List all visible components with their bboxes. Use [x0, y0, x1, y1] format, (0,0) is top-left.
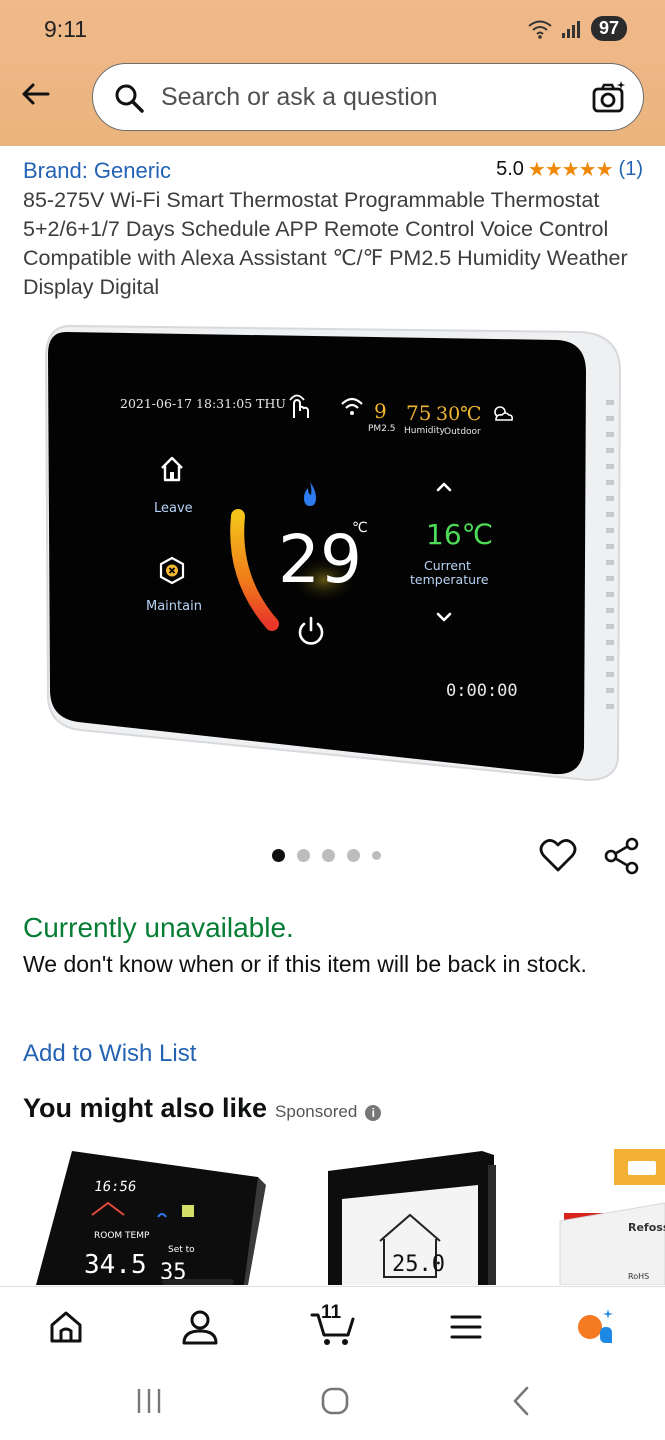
rating-value: 5.0	[496, 158, 524, 180]
account-nav-icon[interactable]	[180, 1307, 220, 1347]
screen-datetime: 2021-06-17 18:31:05 THU	[120, 396, 286, 411]
carousel-scroll-indicator	[162, 1279, 234, 1285]
signal-icon	[561, 20, 580, 38]
screen-current-temp: 16℃	[426, 518, 493, 551]
heart-icon[interactable]	[538, 836, 578, 876]
app-header: 9:11 97 Search or ask a question	[0, 0, 665, 146]
recommendation-item[interactable]: 25.0	[328, 1151, 496, 1285]
recommendation-item[interactable]: Refoss RoHS	[559, 1149, 665, 1285]
recommendations-carousel[interactable]: 16:56 ROOM TEMP 34.5 Set to 35 25.0 Refo…	[0, 1145, 665, 1285]
pagination-dot[interactable]	[297, 849, 310, 862]
bottom-navigation: 11	[0, 1286, 665, 1366]
cart-nav[interactable]: 11	[310, 1302, 356, 1347]
system-navigation-bar	[0, 1366, 665, 1440]
search-bar[interactable]: Search or ask a question	[92, 63, 644, 131]
wifi-icon	[528, 20, 552, 39]
info-icon[interactable]: i	[365, 1105, 382, 1121]
availability-note: We don't know when or if this item will …	[23, 951, 587, 977]
rating-summary[interactable]: 5.0 ★★★★★ (1)	[496, 157, 643, 182]
recommendations-header: You might also like Sponsored i	[23, 1093, 382, 1124]
rufus-assistant-icon[interactable]	[576, 1307, 616, 1347]
menu-nav-icon[interactable]	[446, 1307, 486, 1347]
screen-pm-label: PM2.5	[368, 424, 396, 434]
pagination-dot[interactable]	[347, 849, 360, 862]
battery-indicator: 97	[590, 16, 627, 41]
cart-count: 11	[321, 1302, 342, 1323]
recent-apps-icon[interactable]	[134, 1386, 164, 1416]
search-icon	[115, 84, 144, 113]
back-arrow-icon[interactable]	[18, 76, 54, 112]
status-bar: 9:11 97	[0, 0, 665, 58]
back-button-icon[interactable]	[506, 1384, 536, 1418]
status-icons: 97	[527, 16, 627, 41]
screen-maintain-label: Maintain	[146, 599, 202, 614]
screen-current-label-2: temperature	[410, 572, 489, 587]
rec-3-tag: RoHS	[628, 1272, 649, 1281]
rating-stars: ★★★★★	[527, 159, 614, 181]
screen-humidity-label: Humidity	[404, 426, 445, 436]
screen-current-label-1: Current	[424, 558, 471, 573]
camera-search-icon[interactable]	[591, 80, 627, 116]
recommendations-heading: You might also like	[23, 1093, 268, 1123]
sponsored-label: Sponsored	[275, 1102, 358, 1121]
pagination-dot[interactable]	[322, 849, 335, 862]
rec-3-brand: Refoss	[628, 1221, 665, 1234]
screen-outdoor-label: Outdoor	[444, 427, 481, 437]
search-input[interactable]: Search or ask a question	[161, 83, 438, 112]
product-title: 85-275V Wi-Fi Smart Thermostat Programma…	[23, 188, 628, 299]
add-to-wish-list-link[interactable]: Add to Wish List	[23, 1040, 196, 1068]
recommendation-item[interactable]: 16:56 ROOM TEMP 34.5 Set to 35	[36, 1151, 266, 1285]
screen-setpoint-unit: ℃	[352, 520, 368, 536]
screen-humidity-value: 75	[406, 401, 431, 425]
screen-setpoint: 29	[278, 521, 362, 598]
screen-pm-value: 9	[374, 399, 387, 423]
review-count[interactable]: (1)	[619, 158, 643, 181]
screen-leave-label: Leave	[154, 501, 193, 516]
home-button-icon[interactable]	[318, 1384, 352, 1418]
share-icon[interactable]	[602, 836, 642, 876]
product-image[interactable]: 2021-06-17 18:31:05 THU 9 PM2.5 75 Humid…	[40, 318, 630, 788]
status-time: 9:11	[44, 16, 88, 42]
availability-status: Currently unavailable.	[23, 912, 294, 943]
image-pagination[interactable]	[272, 849, 381, 862]
screen-timer: 0:00:00	[446, 681, 518, 701]
pagination-dot[interactable]	[372, 851, 381, 860]
brand-link[interactable]: Brand: Generic	[23, 158, 171, 184]
home-nav-icon[interactable]	[46, 1307, 86, 1347]
rec-1-label: ROOM TEMP	[94, 1231, 150, 1241]
rec-2-temp: 25.0	[392, 1252, 445, 1277]
rec-1-time: 16:56	[93, 1179, 137, 1195]
pagination-dot[interactable]	[272, 849, 285, 862]
screen-outdoor-value: 30℃	[436, 403, 481, 425]
rec-1-temp: 34.5	[84, 1250, 147, 1280]
rec-1-set-label: Set to	[168, 1245, 195, 1255]
